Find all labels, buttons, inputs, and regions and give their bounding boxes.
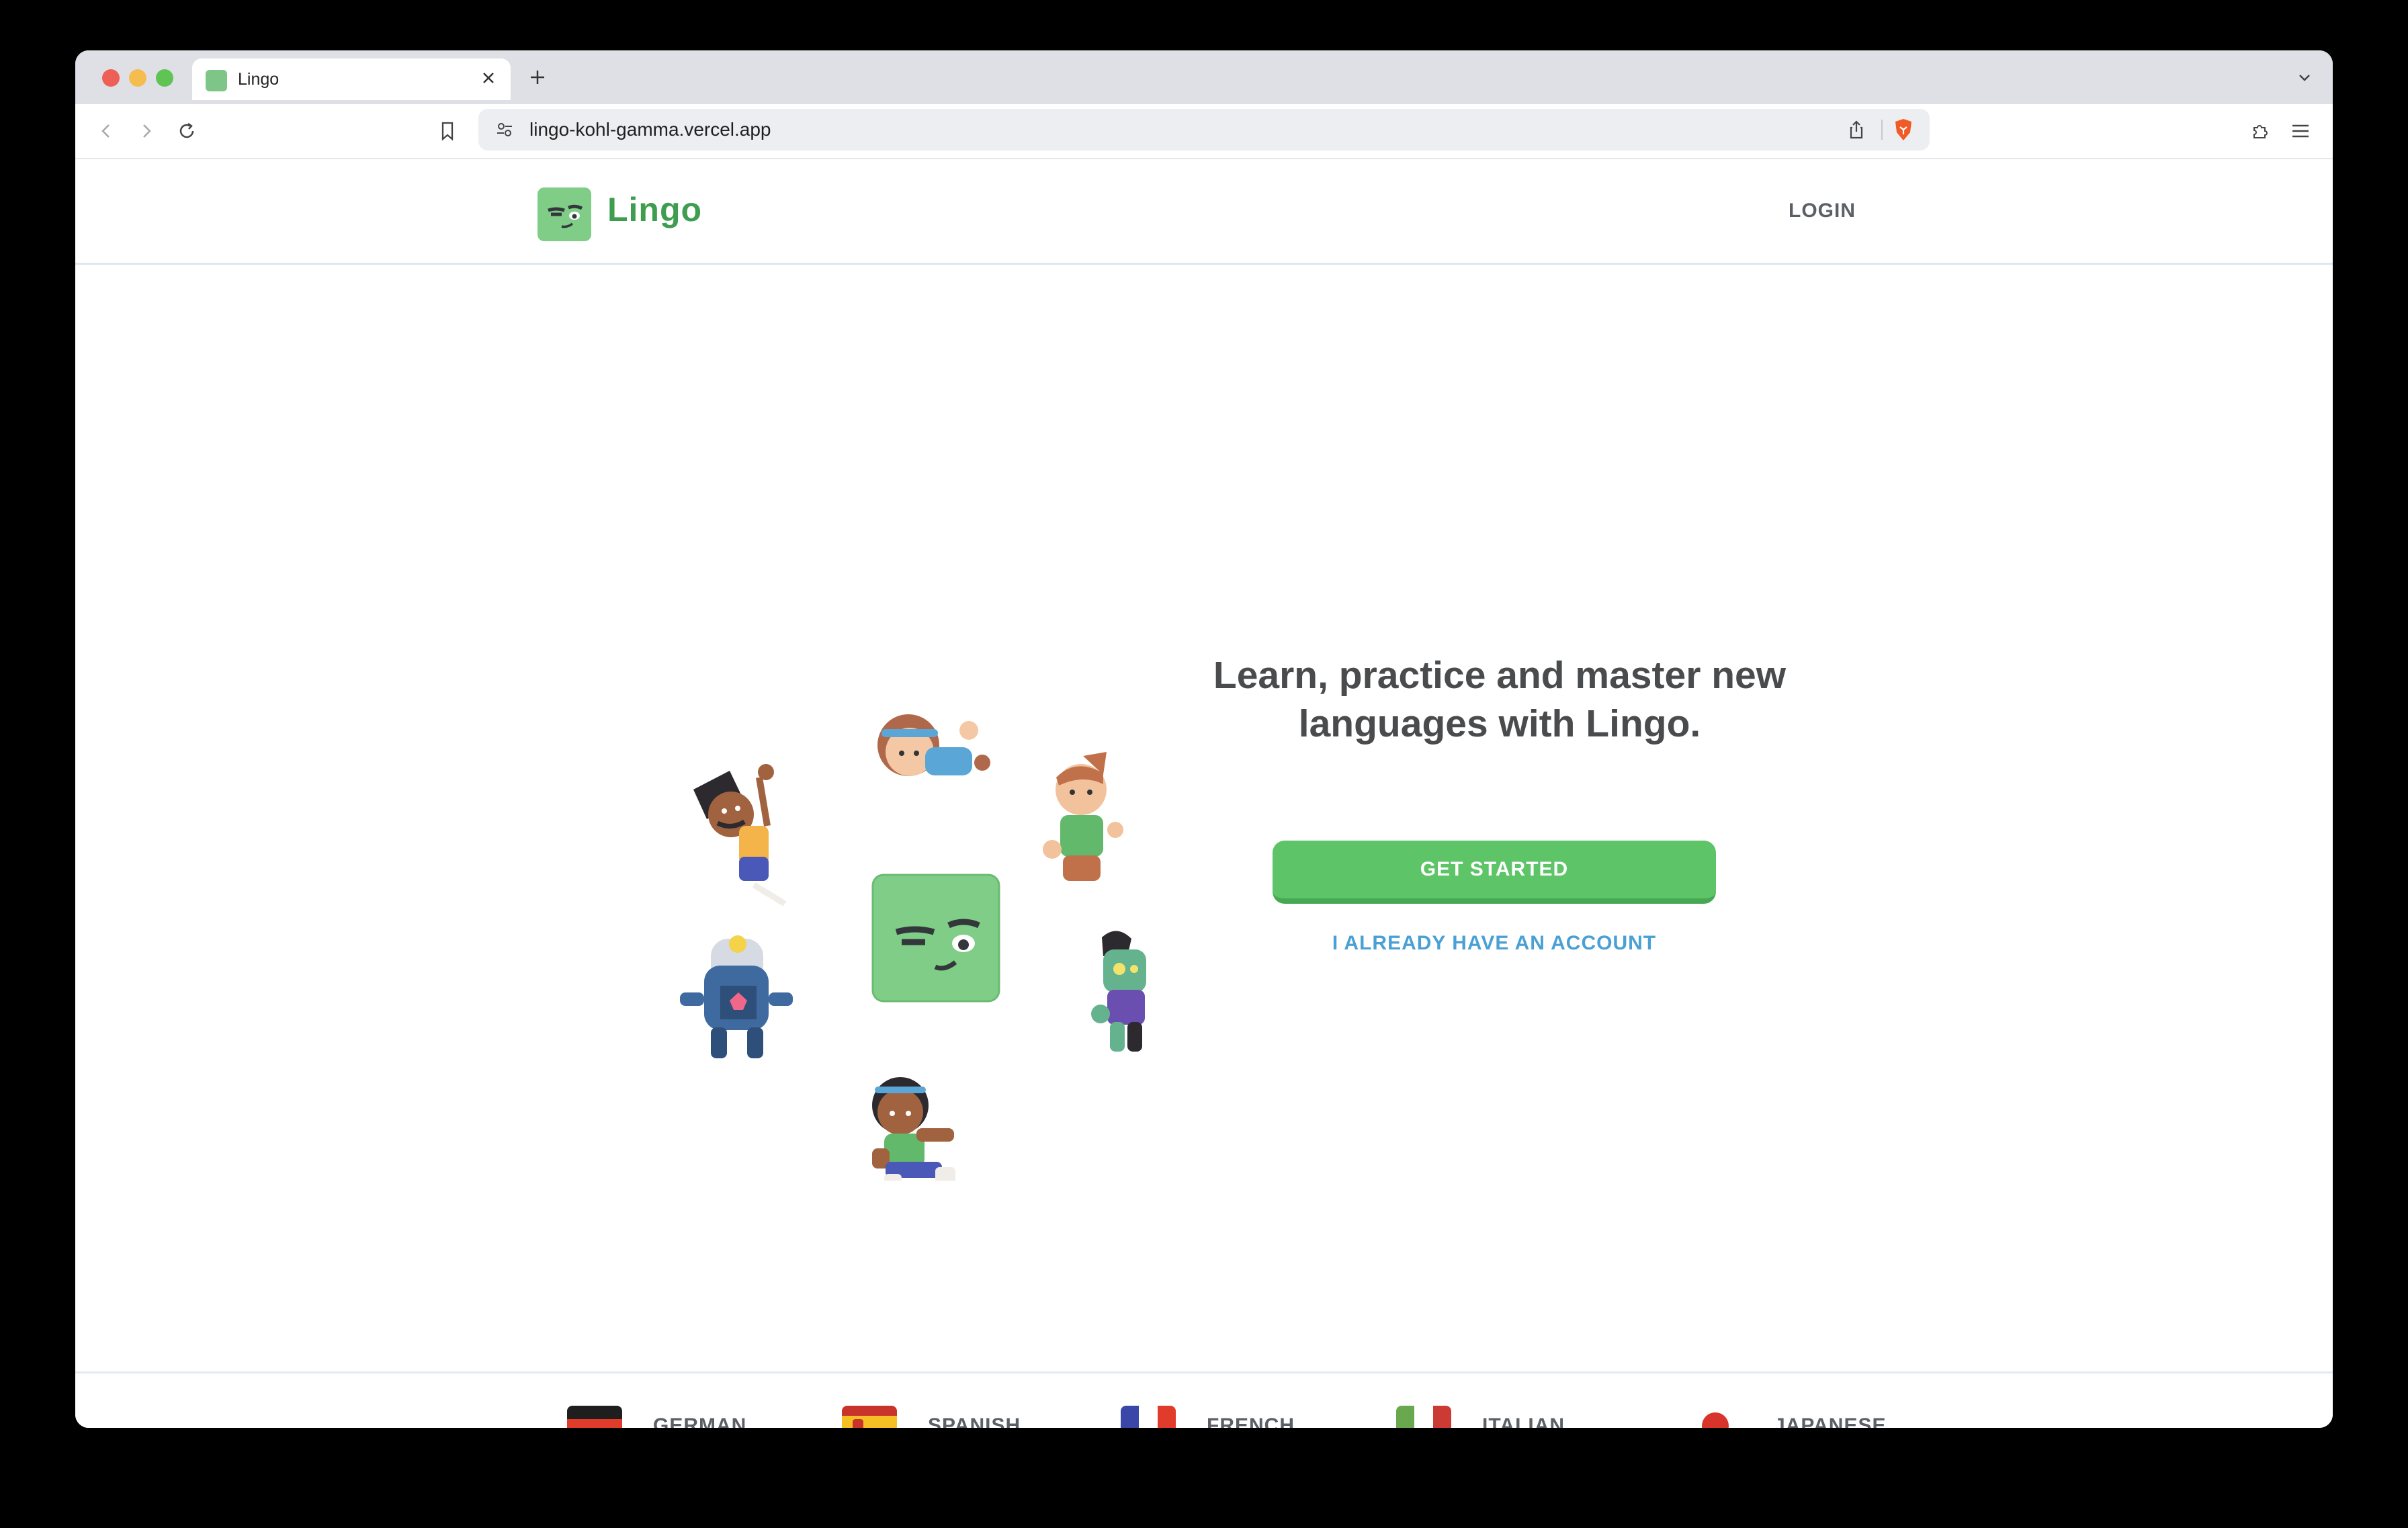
character-girl-icon — [877, 714, 990, 776]
brave-shield-icon[interactable] — [1889, 116, 1918, 144]
language-label: GERMAN — [653, 1414, 747, 1428]
page: Lingo LOGIN Learn, practice and master n… — [75, 159, 2333, 1428]
language-label: JAPANESE — [1774, 1414, 1887, 1428]
address-bar[interactable]: lingo-kohl-gamma.vercel.app — [478, 109, 1930, 151]
language-spanish[interactable]: SPANISH — [842, 1406, 1021, 1428]
minimize-window-button[interactable] — [129, 69, 146, 87]
lingo-logo-icon[interactable] — [538, 187, 591, 241]
site-settings-icon[interactable] — [492, 117, 517, 142]
tab-title: Lingo — [238, 70, 280, 89]
language-label: SPANISH — [928, 1414, 1021, 1428]
share-icon[interactable] — [1844, 117, 1869, 142]
lingo-favicon-icon — [206, 70, 227, 91]
language-french[interactable]: FRENCH — [1121, 1406, 1295, 1428]
spain-flag-icon — [842, 1406, 897, 1428]
browser-window: Lingo lingo-kohl-gamma.vercel.app Lingo … — [75, 50, 2333, 1428]
extensions-icon[interactable] — [2245, 116, 2275, 146]
character-robot-icon — [680, 935, 793, 1058]
menu-icon[interactable] — [2286, 116, 2315, 146]
close-window-button[interactable] — [102, 69, 120, 87]
character-zombie-icon — [1091, 931, 1146, 1052]
character-girl-green-icon — [872, 1077, 955, 1181]
brand-name[interactable]: Lingo — [607, 190, 702, 229]
mascot-icon — [871, 874, 1000, 1003]
character-boy-icon — [1043, 752, 1123, 881]
existing-account-link[interactable]: I ALREADY HAVE AN ACCOUNT — [1273, 932, 1716, 955]
tab-close-icon[interactable] — [477, 67, 500, 89]
language-japanese[interactable]: JAPANESE — [1688, 1406, 1887, 1428]
get-started-button[interactable]: GET STARTED — [1273, 841, 1716, 904]
site-header: Lingo LOGIN — [75, 159, 2333, 265]
germany-flag-icon — [567, 1406, 622, 1428]
reload-icon[interactable] — [172, 116, 202, 146]
forward-arrow-icon[interactable] — [132, 116, 161, 146]
character-man-icon — [693, 764, 787, 906]
chevron-down-icon[interactable] — [2292, 65, 2317, 89]
zoom-window-button[interactable] — [156, 69, 173, 87]
tab-bar: Lingo — [75, 50, 2333, 104]
language-german[interactable]: GERMAN — [567, 1406, 746, 1428]
language-footer: GERMAN SPANISH FRENCH ITALIAN JAPANESE — [75, 1371, 2333, 1428]
italy-flag-icon — [1396, 1406, 1451, 1428]
hero-title: Learn, practice and master new languages… — [1213, 654, 1787, 745]
back-arrow-icon[interactable] — [91, 116, 121, 146]
hero-illustration — [680, 714, 1146, 1181]
japan-flag-icon — [1688, 1406, 1743, 1428]
language-italian[interactable]: ITALIAN — [1396, 1406, 1565, 1428]
france-flag-icon — [1121, 1406, 1176, 1428]
bookmark-icon[interactable] — [433, 116, 462, 146]
language-label: FRENCH — [1207, 1414, 1295, 1428]
new-tab-icon[interactable] — [524, 64, 551, 91]
language-label: ITALIAN — [1482, 1414, 1565, 1428]
divider — [1881, 120, 1883, 140]
login-button[interactable]: LOGIN — [1789, 200, 1856, 222]
url-text[interactable]: lingo-kohl-gamma.vercel.app — [529, 119, 771, 140]
browser-tab[interactable]: Lingo — [192, 58, 511, 100]
browser-toolbar: lingo-kohl-gamma.vercel.app — [75, 104, 2333, 159]
